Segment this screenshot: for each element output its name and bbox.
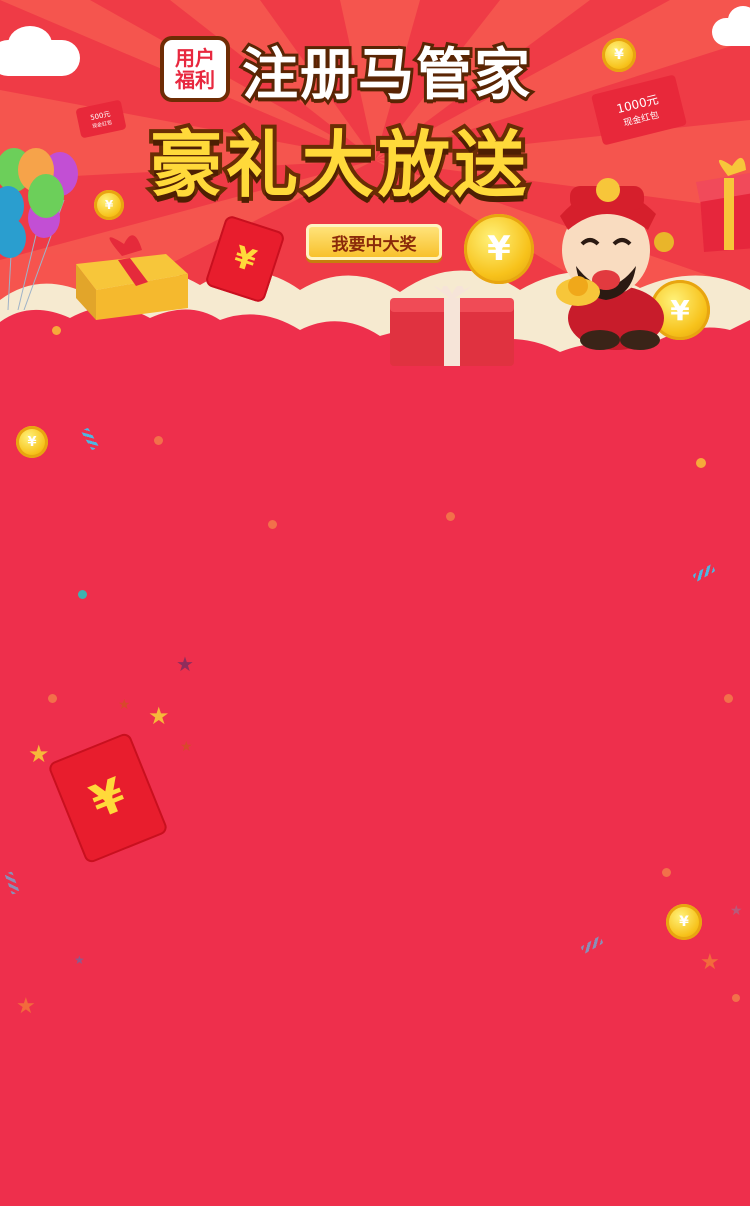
badge-line-1: 用户 (175, 46, 215, 70)
page-title: 注册马管家 (239, 40, 533, 111)
coin-icon: ¥ (16, 426, 48, 458)
confetti-icon (580, 936, 604, 954)
confetti-dot (724, 694, 733, 703)
badge-line-2: 福利 (175, 68, 215, 92)
star-icon: ★ (730, 903, 743, 919)
hero-banner: 用户 福利 注册马管家 豪礼大放送 我要中大奖 500元 现金红包 1000元 … (0, 0, 750, 380)
coin-symbol: ¥ (614, 47, 624, 63)
envelope-symbol: ¥ (229, 239, 261, 279)
landing-page: 用户 福利 注册马管家 豪礼大放送 我要中大奖 500元 现金红包 1000元 … (0, 0, 750, 1206)
star-icon: ★ (148, 702, 170, 730)
coin-symbol: ¥ (487, 229, 511, 269)
confetti-icon (81, 427, 99, 451)
confetti-dot (268, 520, 277, 529)
confetti-dot (154, 436, 163, 445)
confetti-dot (732, 994, 740, 1002)
confetti-dot (662, 868, 671, 877)
cloud-icon (728, 6, 750, 34)
coin-icon: ¥ (666, 904, 702, 940)
coin-icon: ¥ (464, 214, 534, 284)
confetti-icon (692, 564, 716, 582)
coin-symbol: ¥ (104, 198, 114, 212)
confetti-dot (446, 512, 455, 521)
god-of-wealth-icon (556, 178, 674, 350)
win-prize-button[interactable]: 我要中大奖 (306, 224, 442, 260)
coin-symbol: ¥ (27, 434, 37, 450)
gift-box-icon (696, 157, 750, 252)
confetti-dot (78, 590, 87, 599)
coin-icon: ¥ (602, 38, 636, 72)
confetti-dot (696, 458, 706, 468)
confetti-dot (48, 694, 57, 703)
star-icon: ★ (28, 740, 50, 768)
star-icon: ★ (118, 697, 131, 713)
star-icon: ★ (16, 994, 36, 1019)
star-icon: ★ (700, 950, 720, 975)
star-icon: ★ (180, 739, 193, 755)
page-subtitle: 豪礼大放送 (146, 119, 531, 211)
gift-box-icon (76, 235, 188, 320)
star-icon: ★ (176, 652, 194, 676)
coin-symbol: ¥ (679, 914, 689, 930)
user-benefit-badge: 用户 福利 (160, 36, 230, 102)
confetti-dot (52, 326, 61, 335)
gift-box-icon (390, 286, 514, 366)
star-icon: ★ (74, 953, 85, 967)
cloud-icon (8, 26, 52, 62)
red-envelope-icon: ¥ (46, 731, 170, 865)
confetti-icon (4, 871, 20, 895)
envelope-symbol: ¥ (83, 766, 133, 830)
coin-icon: ¥ (94, 190, 124, 220)
